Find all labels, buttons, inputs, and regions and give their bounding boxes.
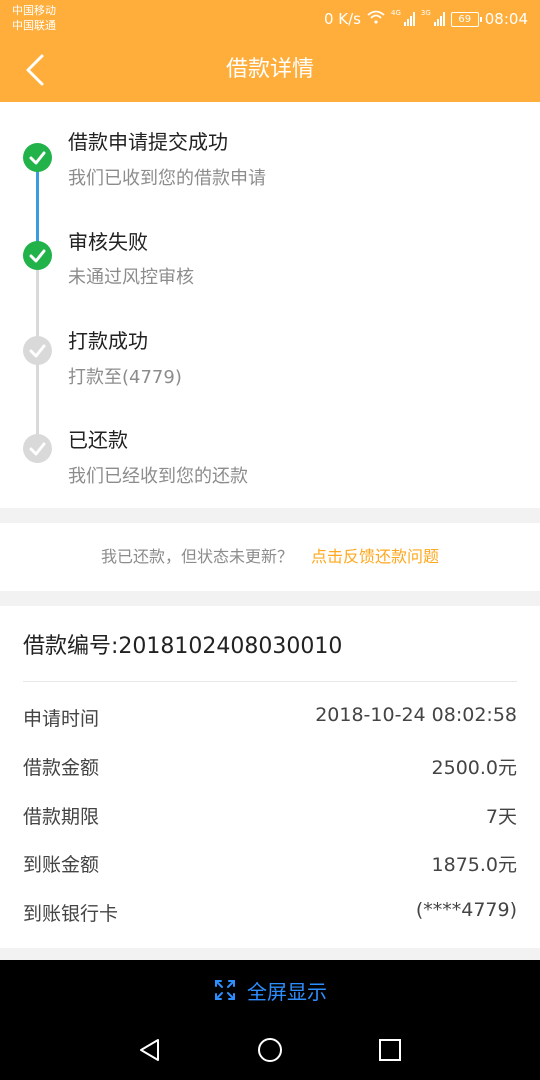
feedback-row: 我已还款，但状态未更新？ 点击反馈还款问题 (0, 523, 540, 591)
carrier-2: 中国联通 (12, 19, 56, 32)
step-4-subtitle: 我们已经收到您的还款 (68, 466, 248, 487)
nav-back-button[interactable] (132, 1032, 168, 1068)
step-4-title: 已还款 (68, 428, 128, 452)
step-2-check-icon (23, 241, 52, 270)
detail-value: 2018-10-24 08:02:58 (315, 704, 517, 726)
feedback-card: 我已还款，但状态未更新？ 点击反馈还款问题 (0, 523, 540, 591)
fullscreen-label: 全屏显示 (247, 979, 327, 1004)
step-1-check-icon (23, 143, 52, 172)
app-bar: 借款详情 (0, 38, 540, 102)
fullscreen-button[interactable]: 全屏显示 (0, 960, 540, 1020)
battery-icon: 69 (450, 11, 482, 27)
loan-number: 借款编号:2018102408030010 (23, 634, 343, 659)
detail-row: 借款期限 7天 (23, 802, 517, 832)
detail-label: 借款金额 (23, 757, 100, 779)
detail-value: (****4779) (415, 899, 517, 921)
detail-row: 到账银行卡 (****4779) (23, 899, 517, 929)
step-4-check-icon (23, 434, 52, 463)
fullscreen-bar: 全屏显示 (0, 960, 540, 1020)
detail-value: 2500.0元 (431, 757, 517, 779)
home-circle-icon (258, 1038, 282, 1062)
signal-icon-1 (403, 12, 415, 26)
detail-label: 申请时间 (23, 708, 100, 730)
wifi-icon (367, 10, 385, 28)
feedback-question: 我已还款，但状态未更新？ (100, 547, 293, 566)
detail-row: 借款金额 2500.0元 (23, 753, 517, 783)
detail-label: 到账金额 (23, 854, 100, 876)
detail-row: 到账金额 1875.0元 (23, 850, 517, 880)
status-indicators: 0 K/s 4G 3G 69 08:04 (324, 9, 528, 29)
progress-card: 借款申请提交成功 我们已收到您的借款申请 审核失败 未通过风控审核 打款成功 打… (0, 102, 540, 508)
network-type-2: 3G (420, 9, 431, 17)
detail-value: 7天 (485, 806, 517, 828)
net-speed: 0 K/s (323, 10, 361, 28)
detail-label: 到账银行卡 (23, 903, 119, 925)
step-3-title: 打款成功 (68, 329, 148, 353)
signal-icon-2 (433, 12, 445, 26)
feedback-link[interactable]: 点击反馈还款问题 (311, 547, 439, 566)
carrier-1: 中国移动 (12, 4, 56, 17)
step-1-title: 借款申请提交成功 (68, 130, 228, 154)
navigation-bar (0, 1020, 540, 1080)
clock: 08:04 (484, 10, 528, 28)
page-title: 借款详情 (225, 57, 314, 82)
detail-value: 1875.0元 (431, 854, 517, 876)
recents-square-icon (379, 1039, 401, 1061)
loan-details-card: 借款编号:2018102408030010 申请时间 2018-10-24 08… (0, 606, 540, 948)
network-type-1: 4G (390, 9, 401, 17)
divider (23, 681, 517, 682)
step-3-check-icon (23, 336, 52, 365)
detail-label: 借款期限 (23, 806, 100, 828)
expand-icon (215, 980, 235, 1000)
detail-row: 申请时间 2018-10-24 08:02:58 (23, 704, 517, 734)
back-triangle-icon (140, 1039, 159, 1061)
step-2-subtitle: 未通过风控审核 (68, 267, 194, 288)
step-1-subtitle: 我们已收到您的借款申请 (68, 168, 266, 189)
status-bar: 中国移动 中国联通 0 K/s 4G 3G 69 08:04 (0, 0, 540, 38)
nav-recents-button[interactable] (372, 1032, 408, 1068)
step-3-subtitle: 打款至(4779) (68, 367, 182, 388)
nav-home-button[interactable] (252, 1032, 288, 1068)
step-2-title: 审核失败 (68, 230, 148, 254)
